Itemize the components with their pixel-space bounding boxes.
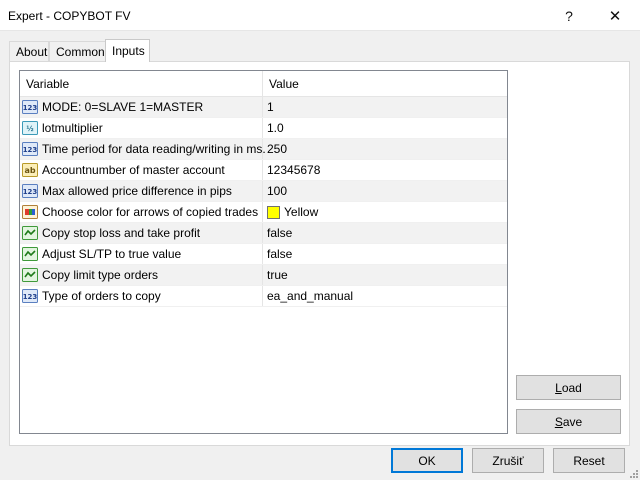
value-cell[interactable]: 250 [263,139,507,159]
table-row[interactable]: Adjust SL/TP to true value false [20,244,507,265]
value-cell[interactable]: 1.0 [263,118,507,138]
value-cell[interactable]: Yellow [263,202,507,222]
bool-icon [22,246,38,262]
table-row[interactable]: ½ lotmultiplier 1.0 [20,118,507,139]
value-cell[interactable]: false [263,244,507,264]
bool-icon [22,225,38,241]
integer-icon: 123 [22,288,38,304]
ok-button[interactable]: OK [391,448,463,473]
svg-text:ab: ab [24,166,35,175]
double-icon: ½ [22,120,38,136]
variable-cell[interactable]: Copy limit type orders [20,265,263,285]
tab-about[interactable]: About [9,41,49,62]
value-cell[interactable]: 1 [263,97,507,117]
integer-icon: 123 [22,99,38,115]
resize-grip-icon[interactable] [628,468,638,478]
inputs-grid[interactable]: Variable Value 123 MODE: 0=SLAVE 1=MASTE… [19,70,508,434]
svg-text:123: 123 [23,104,38,112]
table-row[interactable]: Copy limit type orders true [20,265,507,286]
reset-button[interactable]: Reset [553,448,625,473]
integer-icon: 123 [22,141,38,157]
column-header-value[interactable]: Value [263,71,507,97]
grid-rows: 123 MODE: 0=SLAVE 1=MASTER 1 ½ lotmultip… [20,97,507,307]
color-icon [22,204,38,220]
help-button[interactable]: ? [546,0,592,31]
table-row[interactable]: 123 Max allowed price difference in pips… [20,181,507,202]
table-row[interactable]: ab Accountnumber of master account 12345… [20,160,507,181]
close-button[interactable]: ✕ [592,0,638,31]
grid-header: Variable Value [20,71,507,97]
value-cell[interactable]: true [263,265,507,285]
integer-icon: 123 [22,183,38,199]
column-header-variable[interactable]: Variable [20,71,263,97]
table-row[interactable]: 123 Type of orders to copy ea_and_manual [20,286,507,307]
save-button[interactable]: Save [516,409,621,434]
svg-text:123: 123 [23,293,38,301]
tab-inputs[interactable]: Inputs [105,39,150,62]
variable-cell[interactable]: 123 MODE: 0=SLAVE 1=MASTER [20,97,263,117]
string-icon: ab [22,162,38,178]
table-row[interactable]: 123 Time period for data reading/writing… [20,139,507,160]
value-cell[interactable]: false [263,223,507,243]
value-cell[interactable]: ea_and_manual [263,286,507,306]
table-row[interactable]: Copy stop loss and take profit false [20,223,507,244]
variable-cell[interactable]: 123 Time period for data reading/writing… [20,139,266,159]
window-title: Expert - COPYBOT FV [8,9,131,23]
bool-icon [22,267,38,283]
svg-text:½: ½ [26,125,33,133]
variable-cell[interactable]: 123 Max allowed price difference in pips [20,181,263,201]
variable-cell[interactable]: Choose color for arrows of copied trades [20,202,263,222]
table-row[interactable]: Choose color for arrows of copied trades… [20,202,507,223]
variable-cell[interactable]: Adjust SL/TP to true value [20,244,263,264]
svg-text:123: 123 [23,146,38,154]
table-row[interactable]: 123 MODE: 0=SLAVE 1=MASTER 1 [20,97,507,118]
variable-cell[interactable]: ab Accountnumber of master account [20,160,263,180]
value-cell[interactable]: 100 [263,181,507,201]
close-icon: ✕ [608,7,622,25]
load-button[interactable]: Load [516,375,621,400]
variable-cell[interactable]: ½ lotmultiplier [20,118,263,138]
value-cell[interactable]: 12345678 [263,160,507,180]
svg-text:123: 123 [23,188,38,196]
variable-cell[interactable]: Copy stop loss and take profit [20,223,263,243]
color-swatch [267,205,280,219]
cancel-button[interactable]: Zrušiť [472,448,544,473]
variable-cell[interactable]: 123 Type of orders to copy [20,286,263,306]
title-bar: Expert - COPYBOT FV ? ✕ [0,0,640,31]
help-icon: ? [565,7,573,24]
tab-common[interactable]: Common [49,41,106,62]
